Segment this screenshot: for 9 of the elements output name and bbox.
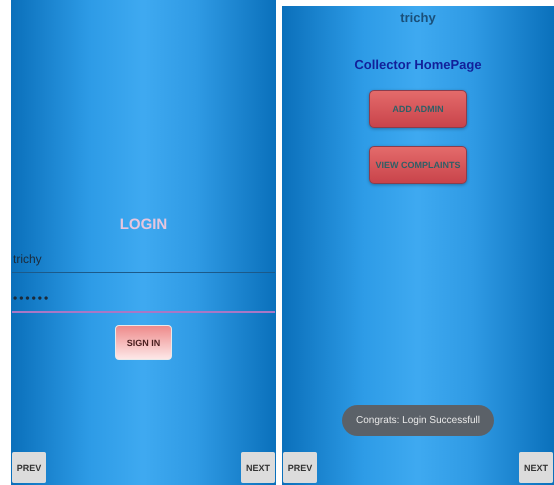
username-label: trichy [400,10,436,25]
prev-button[interactable]: PREV [283,452,317,483]
next-button[interactable]: NEXT [519,452,553,483]
login-title: LOGIN [118,216,168,235]
page-title: Collector HomePage [354,57,482,72]
next-button[interactable]: NEXT [241,452,275,483]
prev-button[interactable]: PREV [12,452,46,483]
sign-in-button[interactable]: SIGN IN [115,325,172,360]
toast-message: Congrats: Login Successfull [342,405,494,436]
